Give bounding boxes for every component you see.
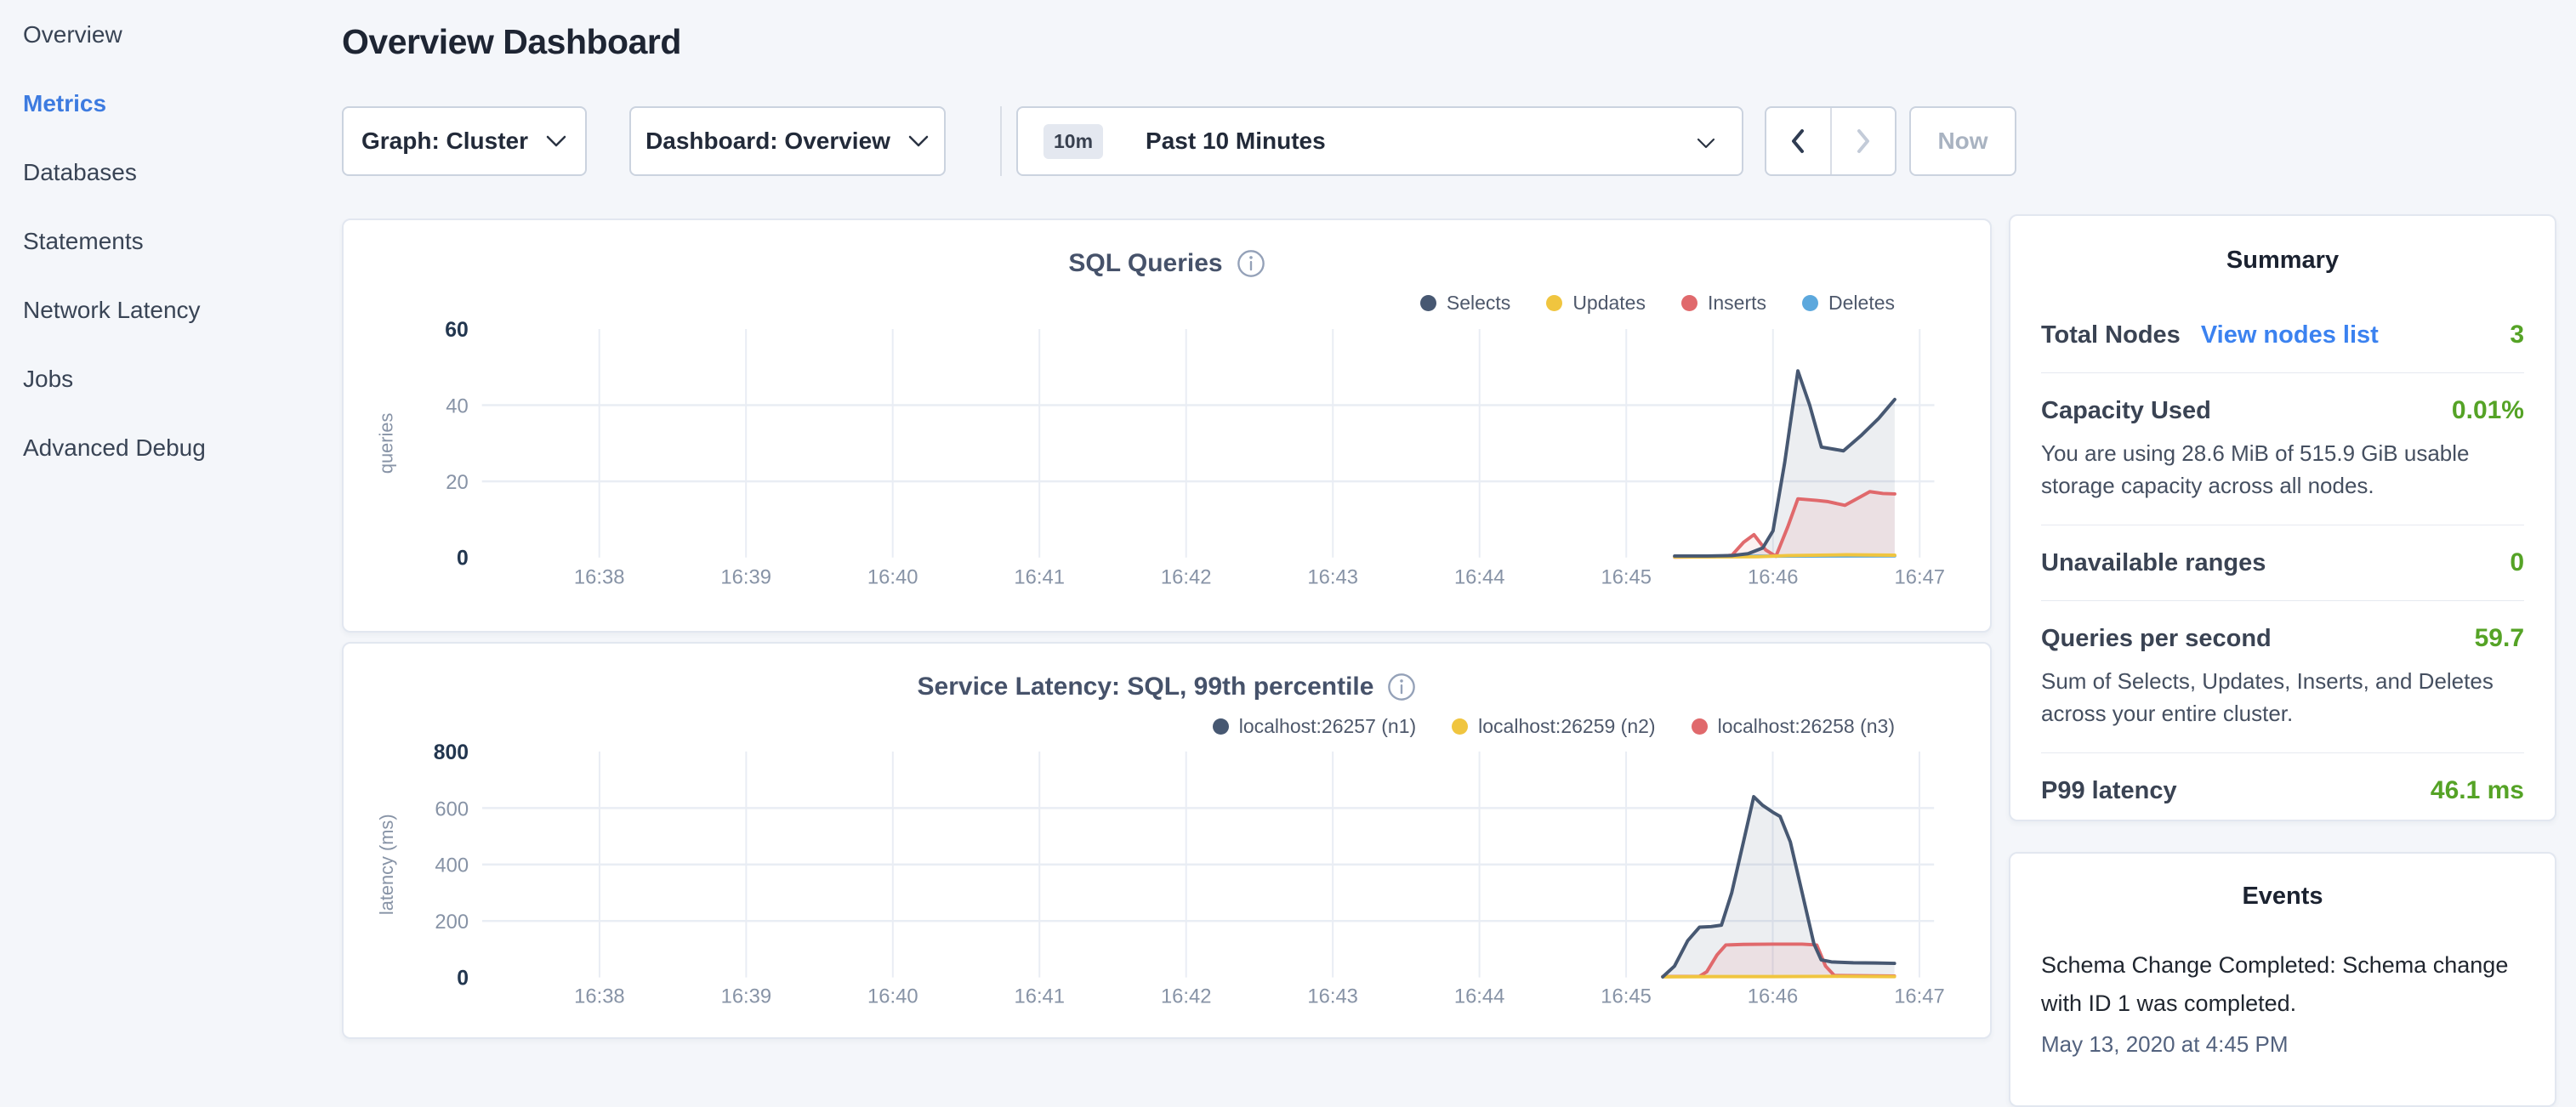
- svg-text:200: 200: [435, 911, 469, 934]
- summary-row-queries-per-second: Queries per second 59.7 Sum of Selects, …: [2041, 624, 2524, 729]
- divider: [2041, 752, 2524, 753]
- sidebar-item-statements[interactable]: Statements: [23, 207, 321, 275]
- sidebar-item-advanced-debug[interactable]: Advanced Debug: [23, 413, 321, 482]
- p99-latency-label: P99 latency: [2041, 777, 2177, 805]
- now-button[interactable]: Now: [1909, 106, 2016, 176]
- chevron-down-icon: [1696, 137, 1716, 150]
- event-item-text: Schema Change Completed: Schema change w…: [2041, 946, 2524, 1023]
- divider: [2041, 600, 2524, 601]
- time-range-badge: 10m: [1043, 124, 1103, 159]
- svg-text:16:45: 16:45: [1601, 565, 1652, 588]
- svg-text:16:43: 16:43: [1307, 985, 1358, 1008]
- event-item-timestamp: May 13, 2020 at 4:45 PM: [2041, 1031, 2524, 1058]
- total-nodes-label: Total Nodes: [2041, 321, 2181, 349]
- svg-text:40: 40: [446, 395, 468, 417]
- svg-text:16:41: 16:41: [1014, 565, 1065, 588]
- time-step-buttons: [1765, 106, 1896, 176]
- queries-per-second-description: Sum of Selects, Updates, Inserts, and De…: [2041, 665, 2524, 729]
- svg-text:latency (ms): latency (ms): [376, 814, 397, 915]
- controls-divider: [1000, 106, 1002, 176]
- summary-panel: Summary Total Nodes View nodes list 3 Ca…: [2009, 214, 2556, 821]
- chevron-left-icon: [1789, 128, 1806, 155]
- svg-text:16:42: 16:42: [1161, 565, 1212, 588]
- summary-row-p99-latency: P99 latency 46.1 ms: [2041, 776, 2524, 805]
- dashboard-controls: Graph: Cluster Dashboard: Overview 10m P…: [342, 106, 2016, 176]
- summary-row-total-nodes: Total Nodes View nodes list 3: [2041, 321, 2524, 349]
- sidebar-item-jobs[interactable]: Jobs: [23, 344, 321, 413]
- p99-latency-value: 46.1 ms: [2431, 776, 2524, 805]
- events-title: Events: [2041, 883, 2524, 911]
- sql-queries-chart-card: SQL Queries SelectsUpdatesInsertsDeletes…: [342, 219, 1992, 633]
- svg-text:0: 0: [457, 548, 469, 571]
- svg-text:20: 20: [446, 471, 468, 494]
- svg-text:60: 60: [445, 319, 469, 342]
- svg-text:16:38: 16:38: [574, 985, 625, 1008]
- view-nodes-link[interactable]: View nodes list: [2201, 321, 2379, 349]
- queries-per-second-label: Queries per second: [2041, 625, 2272, 653]
- svg-text:0: 0: [457, 968, 469, 991]
- capacity-used-description: You are using 28.6 MiB of 515.9 GiB usab…: [2041, 437, 2524, 502]
- svg-text:16:46: 16:46: [1748, 565, 1799, 588]
- chevron-down-icon: [545, 134, 567, 148]
- svg-text:800: 800: [434, 741, 469, 764]
- svg-text:16:46: 16:46: [1748, 985, 1799, 1008]
- total-nodes-value: 3: [2510, 321, 2524, 349]
- svg-text:16:39: 16:39: [721, 985, 772, 1008]
- svg-text:400: 400: [435, 854, 469, 877]
- unavailable-ranges-label: Unavailable ranges: [2041, 549, 2266, 577]
- svg-text:16:47: 16:47: [1894, 565, 1945, 588]
- unavailable-ranges-value: 0: [2510, 548, 2524, 577]
- page-title: Overview Dashboard: [342, 22, 681, 62]
- svg-text:16:47: 16:47: [1894, 985, 1945, 1008]
- sql-queries-plot[interactable]: 0 20 40 60 16:38 16:39 16:40 16:41 16:42 16:43 16:…: [344, 220, 1990, 631]
- dashboard-dropdown[interactable]: Dashboard: Overview: [629, 106, 946, 176]
- service-latency-plot[interactable]: 0 200 400 600 800 16:38 16:39 16:40 16:41 16:42 16…: [344, 644, 1990, 1037]
- time-range-label: Past 10 Minutes: [1146, 128, 1326, 155]
- svg-text:16:38: 16:38: [574, 565, 625, 588]
- svg-text:16:43: 16:43: [1307, 565, 1358, 588]
- svg-text:600: 600: [435, 798, 469, 820]
- queries-per-second-value: 59.7: [2475, 624, 2524, 653]
- summary-row-unavailable-ranges: Unavailable ranges 0: [2041, 548, 2524, 577]
- service-latency-chart-card: Service Latency: SQL, 99th percentile lo…: [342, 642, 1992, 1039]
- chevron-right-icon: [1855, 128, 1872, 155]
- sidebar-item-metrics[interactable]: Metrics: [23, 69, 321, 138]
- svg-text:16:39: 16:39: [720, 565, 771, 588]
- graph-scope-label: Graph: Cluster: [361, 128, 528, 155]
- time-next-button[interactable]: [1830, 108, 1896, 174]
- svg-text:16:44: 16:44: [1454, 985, 1505, 1008]
- sidebar: Overview Metrics Databases Statements Ne…: [23, 0, 321, 482]
- graph-scope-dropdown[interactable]: Graph: Cluster: [342, 106, 587, 176]
- divider: [2041, 372, 2524, 373]
- sidebar-item-overview[interactable]: Overview: [23, 0, 321, 69]
- capacity-used-label: Capacity Used: [2041, 397, 2211, 425]
- svg-text:16:41: 16:41: [1015, 985, 1066, 1008]
- capacity-used-value: 0.01%: [2452, 396, 2524, 425]
- sidebar-item-network-latency[interactable]: Network Latency: [23, 275, 321, 344]
- svg-text:16:44: 16:44: [1454, 565, 1505, 588]
- svg-text:16:40: 16:40: [867, 985, 918, 1008]
- svg-text:16:42: 16:42: [1161, 985, 1212, 1008]
- summary-row-capacity-used: Capacity Used 0.01% You are using 28.6 M…: [2041, 396, 2524, 502]
- dashboard-label: Dashboard: Overview: [645, 128, 890, 155]
- svg-text:16:45: 16:45: [1601, 985, 1652, 1008]
- chevron-down-icon: [907, 134, 930, 148]
- svg-text:16:40: 16:40: [867, 565, 918, 588]
- time-range-dropdown[interactable]: 10m Past 10 Minutes: [1016, 106, 1743, 176]
- time-prev-button[interactable]: [1766, 108, 1830, 174]
- svg-text:queries: queries: [376, 412, 397, 474]
- sidebar-item-databases[interactable]: Databases: [23, 138, 321, 207]
- events-panel: Events Schema Change Completed: Schema c…: [2009, 852, 2556, 1107]
- summary-title: Summary: [2041, 247, 2524, 275]
